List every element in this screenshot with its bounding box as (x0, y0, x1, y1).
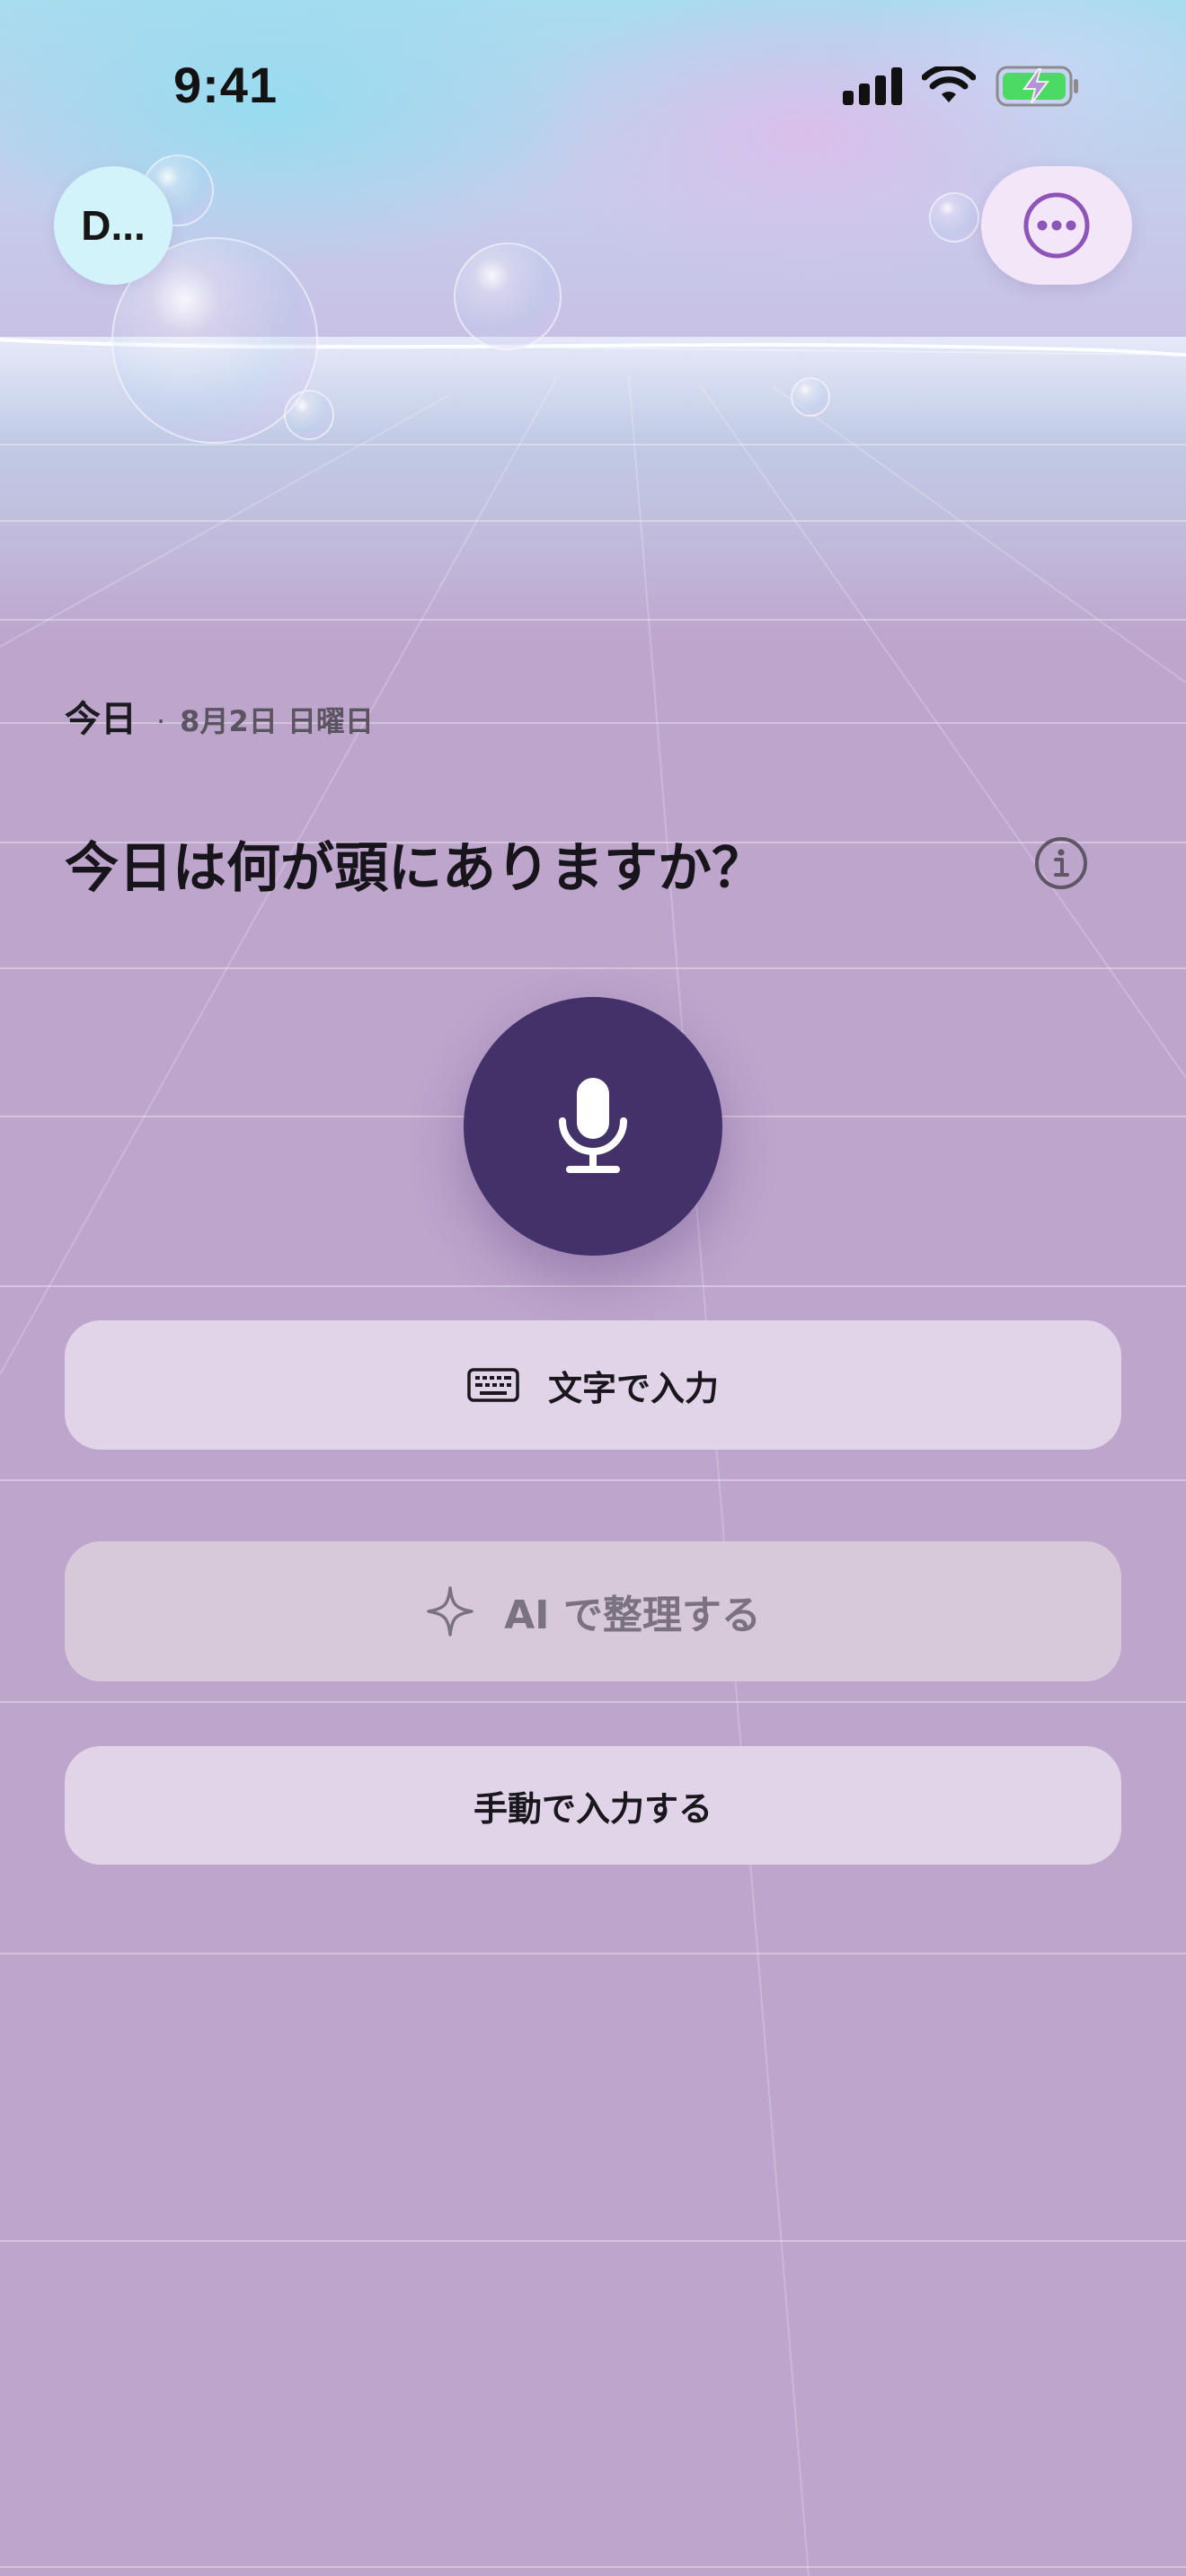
ai-organize-button[interactable]: AI で整理する (65, 1541, 1121, 1681)
avatar-label: D... (81, 202, 146, 249)
text-input-label: 文字で入力 (547, 1368, 719, 1408)
keyboard-icon (467, 1368, 519, 1402)
decorative-bubble (791, 377, 830, 417)
decorative-bubble (284, 390, 334, 440)
status-icons (843, 63, 1080, 110)
battery-charging-icon (996, 66, 1078, 107)
screen: 9:41 D... 今日 · 8月2日 日曜日 今日は何が頭にありますか？ 文字… (0, 0, 1186, 2576)
decorative-bubble (929, 192, 979, 243)
manual-input-button[interactable]: 手動で入力する (65, 1746, 1121, 1865)
more-options-button[interactable] (981, 166, 1132, 285)
avatar-button[interactable]: D... (54, 166, 173, 285)
cellular-signal-icon (843, 67, 902, 105)
voice-record-button[interactable] (464, 997, 722, 1256)
prompt-title: 今日は何が頭にありますか？ (65, 837, 766, 900)
manual-input-label: 手動で入力する (473, 1788, 712, 1829)
date-full-label: 8月2日 日曜日 (180, 704, 374, 738)
ellipsis-circle-icon (1023, 192, 1090, 259)
date-separator: · (156, 704, 166, 738)
status-time: 9:41 (173, 57, 279, 113)
ai-organize-label: AI で整理する (504, 1592, 761, 1638)
sparkle-icon (425, 1584, 475, 1638)
microphone-icon (559, 1078, 627, 1173)
info-circle-icon (1035, 837, 1087, 889)
decorative-bubble (454, 243, 562, 350)
wifi-icon (922, 66, 976, 102)
date-today-label: 今日 (65, 699, 137, 740)
info-button[interactable] (1033, 835, 1089, 891)
date-line: 今日 · 8月2日 日曜日 (65, 690, 374, 742)
text-input-button[interactable]: 文字で入力 (65, 1320, 1121, 1450)
